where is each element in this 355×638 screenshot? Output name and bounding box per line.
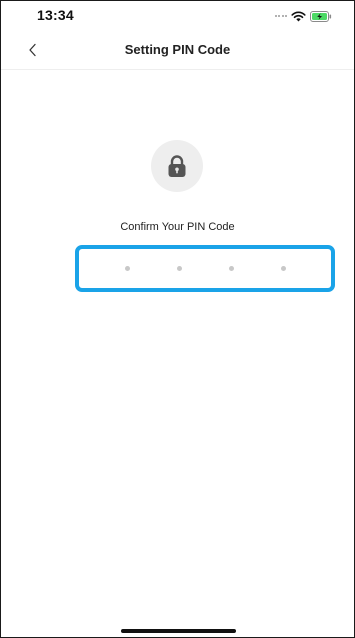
lock-badge	[151, 140, 203, 192]
status-bar: 13:34	[1, 1, 354, 31]
battery-charging-icon	[310, 10, 332, 22]
navigation-bar: Setting PIN Code	[1, 31, 354, 70]
home-indicator[interactable]	[121, 629, 236, 633]
app-screen: 13:34 Setting PIN Code Confirm Your PIN …	[0, 0, 355, 638]
wifi-icon	[291, 11, 306, 21]
pin-digit-3	[228, 266, 234, 271]
pin-prompt: Confirm Your PIN Code	[120, 221, 235, 233]
page-title: Setting PIN Code	[124, 42, 231, 57]
pin-input[interactable]	[75, 245, 335, 292]
lock-icon	[168, 155, 186, 177]
signal-dots-icon	[274, 15, 287, 17]
pin-digit-4	[280, 266, 286, 271]
status-time: 13:34	[37, 7, 74, 23]
status-icons	[274, 9, 333, 23]
pin-digit-1	[124, 266, 130, 271]
pin-digit-2	[176, 266, 182, 271]
